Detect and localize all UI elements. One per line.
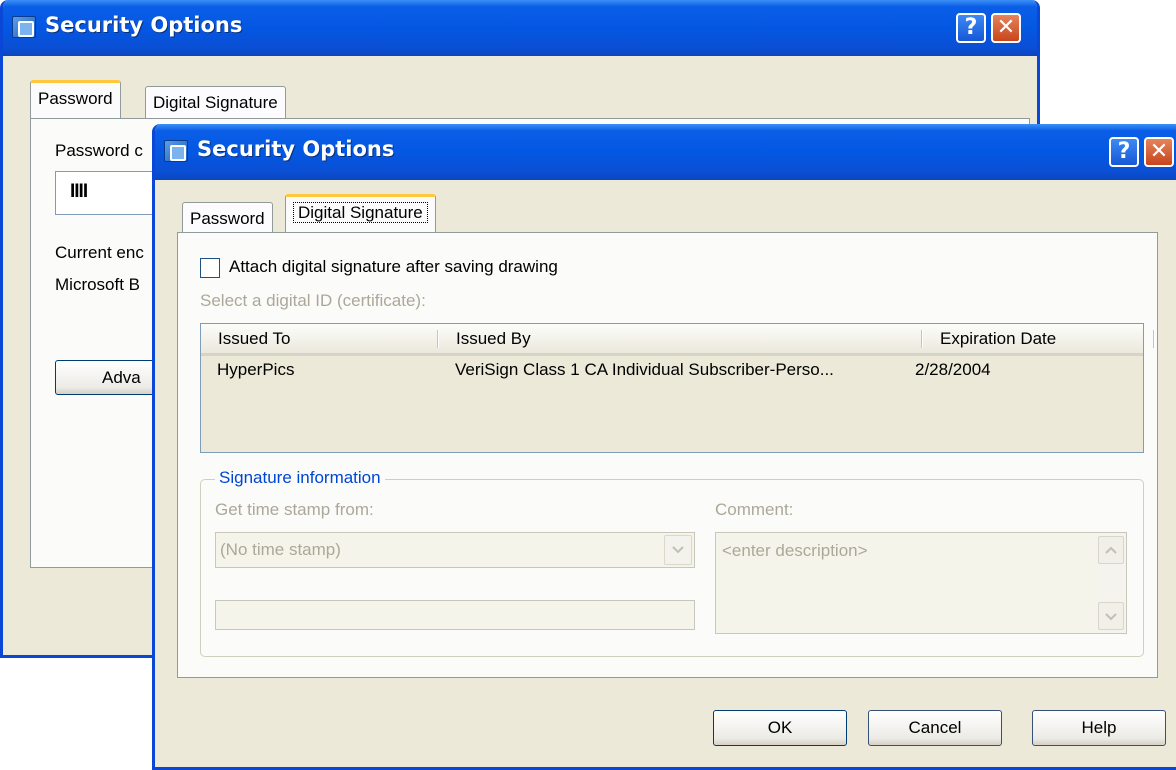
column-issued-by[interactable]: Issued By bbox=[439, 324, 923, 353]
cell-issued-to: HyperPics bbox=[217, 360, 295, 379]
back-window-title: Security Options bbox=[45, 13, 243, 37]
comment-label: Comment: bbox=[715, 500, 794, 519]
tab-digital-signature[interactable]: Digital Signature bbox=[285, 194, 436, 232]
column-expiration-date[interactable]: Expiration Date bbox=[923, 324, 1157, 353]
help-icon[interactable]: ? bbox=[956, 13, 986, 43]
chevron-down-icon[interactable] bbox=[664, 535, 692, 565]
certificate-list[interactable]: Issued To Issued By Expiration Date Hype… bbox=[200, 323, 1155, 453]
timestamp-label: Get time stamp from: bbox=[215, 500, 374, 519]
back-titlebar[interactable]: Security Options ? ✕ bbox=[3, 0, 1037, 56]
comment-textarea[interactable]: <enter description> bbox=[715, 532, 1127, 634]
close-icon[interactable]: ✕ bbox=[991, 13, 1021, 43]
current-encryption-label: Current enc bbox=[55, 243, 144, 262]
chevron-down-icon[interactable] bbox=[1098, 602, 1124, 630]
back-tab-password[interactable]: Password bbox=[30, 80, 121, 118]
app-icon bbox=[164, 140, 188, 162]
ok-button[interactable]: OK bbox=[713, 710, 847, 746]
column-separator[interactable] bbox=[1153, 330, 1155, 348]
cancel-button[interactable]: Cancel bbox=[868, 710, 1002, 746]
password-label: Password c bbox=[55, 141, 143, 160]
app-icon bbox=[12, 16, 36, 38]
password-mask: IIII bbox=[70, 181, 88, 202]
attach-signature-label[interactable]: Attach digital signature after saving dr… bbox=[229, 257, 558, 277]
help-icon[interactable]: ? bbox=[1109, 137, 1139, 167]
attach-signature-checkbox[interactable] bbox=[200, 258, 220, 278]
provider-label: Microsoft B bbox=[55, 275, 141, 294]
signature-info-group: Signature information Get time stamp fro… bbox=[200, 468, 1144, 657]
close-icon[interactable]: ✕ bbox=[1144, 137, 1174, 167]
select-id-label: Select a digital ID (certificate): bbox=[200, 291, 426, 310]
timestamp-value: (No time stamp) bbox=[220, 540, 341, 559]
front-titlebar[interactable]: Security Options ? ✕ bbox=[155, 124, 1176, 180]
tab-password[interactable]: Password bbox=[182, 202, 273, 236]
cell-expiration: 2/28/2004 bbox=[915, 360, 991, 379]
chevron-up-icon[interactable] bbox=[1098, 536, 1124, 564]
back-tab-digital-signature[interactable]: Digital Signature bbox=[145, 86, 286, 120]
help-button[interactable]: Help bbox=[1032, 710, 1166, 746]
timestamp-select[interactable]: (No time stamp) bbox=[215, 532, 695, 568]
tab-panel: Attach digital signature after saving dr… bbox=[177, 232, 1158, 678]
timestamp-status-field bbox=[215, 600, 695, 630]
comment-scrollbar[interactable] bbox=[1097, 534, 1125, 632]
cell-issued-by: VeriSign Class 1 CA Individual Subscribe… bbox=[455, 360, 834, 379]
front-window-title: Security Options bbox=[197, 137, 395, 161]
list-header: Issued To Issued By Expiration Date bbox=[201, 324, 1155, 356]
front-dialog: Security Options ? ✕ Password Digital Si… bbox=[152, 124, 1176, 770]
signature-info-title: Signature information bbox=[215, 468, 385, 488]
comment-placeholder: <enter description> bbox=[722, 541, 868, 560]
column-issued-to[interactable]: Issued To bbox=[201, 324, 439, 353]
